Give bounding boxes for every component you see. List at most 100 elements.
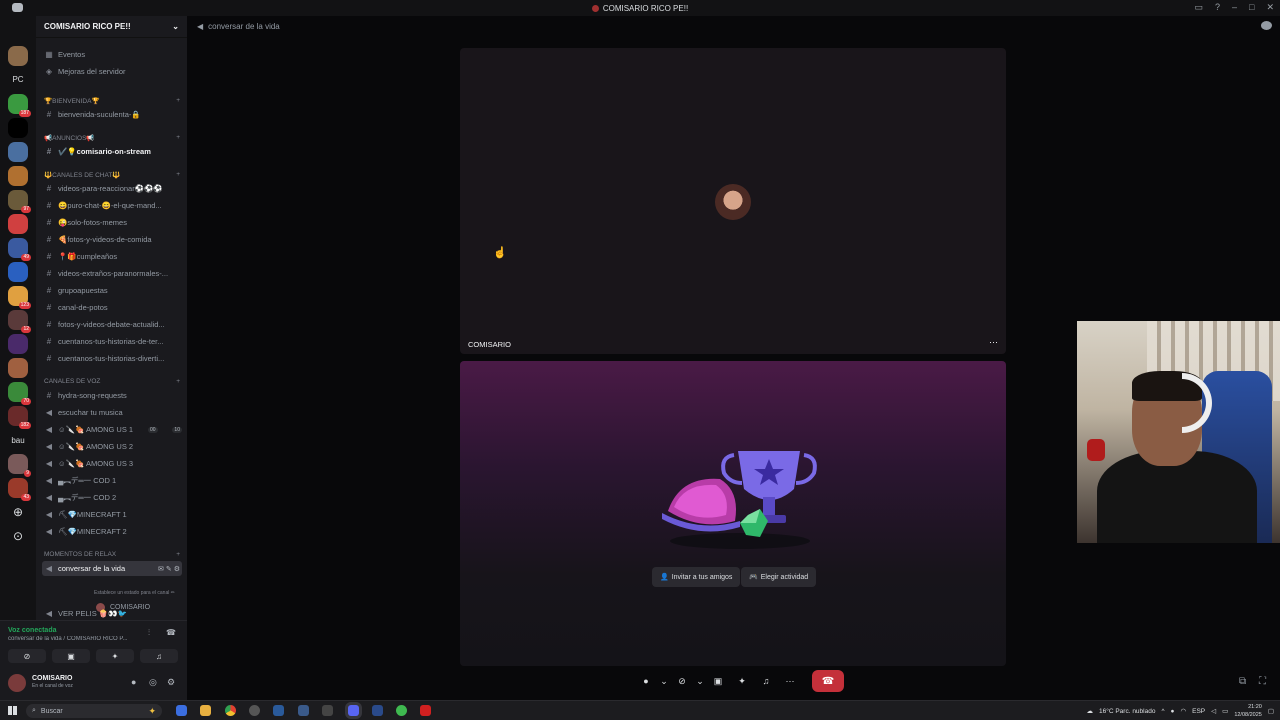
add-server-icon[interactable]: ⊕: [0, 505, 36, 519]
server-icon[interactable]: [8, 262, 28, 282]
app-icon[interactable]: [249, 705, 260, 716]
voice-connected-label[interactable]: Voz conectada: [8, 627, 57, 634]
more-options-button[interactable]: ⋯: [778, 670, 802, 692]
channel-comisario-on-stream[interactable]: # ✔️💡comisario-on-stream: [42, 144, 182, 159]
server-icon[interactable]: [8, 334, 28, 354]
tiktok-server-icon[interactable]: [8, 118, 28, 138]
wifi-icon[interactable]: ◠: [1180, 707, 1186, 715]
taskbar-search[interactable]: ⌕ Buscar ✦: [26, 704, 162, 718]
server-icon[interactable]: 70: [8, 382, 31, 405]
app-icon[interactable]: [420, 705, 431, 716]
voice-location[interactable]: conversar de la vida / COMISARIO RICO P.…: [8, 636, 140, 642]
screen-share-button[interactable]: ▣: [52, 649, 90, 663]
tray-chevron-icon[interactable]: ^: [1161, 708, 1164, 715]
add-channel-icon[interactable]: +: [176, 378, 180, 385]
text-channel[interactable]: # 🍕fotos-y-videos-de-comida: [42, 232, 182, 247]
discover-icon[interactable]: ⊙: [0, 529, 36, 543]
server-icon[interactable]: 187: [8, 94, 31, 117]
signal-icon[interactable]: ⫶: [148, 628, 150, 638]
voice-channel[interactable]: ◀ ☺🔪🍖 AMONG US 2: [42, 439, 182, 454]
weather-text[interactable]: 16°C Parc. nublado: [1099, 708, 1155, 715]
text-channel[interactable]: # 📍🎁cumpleaños: [42, 249, 182, 264]
voice-channel[interactable]: ◀ ⛏💎MINECRAFT 1: [42, 507, 182, 522]
text-channel[interactable]: # canal-de-potos: [42, 300, 182, 315]
microphone-icon[interactable]: ●: [1171, 708, 1175, 715]
text-channel[interactable]: # hydra-song-requests: [42, 388, 182, 403]
microphone-toggle[interactable]: ●: [634, 670, 658, 692]
folder-label-pc[interactable]: PC: [0, 75, 36, 84]
server-header[interactable]: COMISARIO RICO PE!! ⌄: [36, 16, 187, 38]
text-channel[interactable]: # 😄puro-chat-😄-el-que-mand...: [42, 198, 182, 213]
text-channel[interactable]: # cuentanos-tus-historias-diverti...: [42, 351, 182, 366]
server-icon[interactable]: 123: [8, 286, 31, 309]
server-icon[interactable]: 43: [8, 478, 31, 501]
activity-button[interactable]: ✦: [730, 670, 754, 692]
voice-channel[interactable]: ◀ ▄︻デ═一 COD 1: [42, 473, 182, 488]
windows-start-icon[interactable]: [8, 706, 17, 715]
text-channel[interactable]: # videos-para-reaccionar⚽⚽⚽: [42, 181, 182, 196]
app-icon[interactable]: [273, 705, 284, 716]
chrome-icon[interactable]: [225, 705, 236, 716]
server-icon[interactable]: 12: [8, 310, 31, 333]
events-item[interactable]: ▦ Eventos: [42, 47, 182, 62]
voice-channel[interactable]: ◀ ☺🔪🍖 AMONG US 3: [42, 456, 182, 471]
server-icon[interactable]: 182: [8, 406, 31, 429]
chat-icon[interactable]: [1261, 21, 1272, 30]
folder-label-bau[interactable]: bau: [0, 436, 36, 445]
battery-icon[interactable]: ▭: [1222, 707, 1228, 715]
inbox-icon[interactable]: ▭: [1194, 2, 1203, 13]
server-icon[interactable]: [8, 166, 28, 186]
mic-options-chevron-icon[interactable]: ⌄: [658, 670, 670, 692]
minimize-button[interactable]: –: [1232, 2, 1237, 13]
close-button[interactable]: ✕: [1266, 2, 1274, 13]
server-icon[interactable]: 9: [8, 454, 31, 477]
text-channel[interactable]: # fotos-y-videos-debate-actualid...: [42, 317, 182, 332]
voice-channel[interactable]: ◀ escuchar tu musica: [42, 405, 182, 420]
soundboard-button[interactable]: ♫: [754, 670, 778, 692]
category-chat[interactable]: 🔱CANALES DE CHAT🔱 +: [44, 171, 180, 179]
channel-bienvenida[interactable]: # bienvenida-suculenta-🔒: [42, 107, 182, 122]
server-icon[interactable]: [8, 214, 28, 234]
notifications-icon[interactable]: ▢: [1268, 707, 1274, 715]
text-channel[interactable]: # 😜solo-fotos-memes: [42, 215, 182, 230]
channel-actions[interactable]: ✉✎⚙: [158, 565, 182, 573]
microphone-icon[interactable]: ●: [131, 677, 136, 687]
invite-friends-button[interactable]: 👤 Invitar a tus amigos: [652, 567, 741, 587]
text-channel[interactable]: # grupoapuestas: [42, 283, 182, 298]
avatar[interactable]: [8, 674, 26, 692]
soundboard-button[interactable]: ♫: [140, 649, 178, 663]
camera-button[interactable]: ⊘: [8, 649, 46, 663]
voice-channel[interactable]: ◀ ⛏💎MINECRAFT 2: [42, 524, 182, 539]
server-icon[interactable]: [8, 358, 28, 378]
add-channel-icon[interactable]: +: [176, 134, 180, 142]
server-boost-item[interactable]: ◈ Mejoras del servidor: [42, 64, 182, 79]
steam-icon[interactable]: [298, 705, 309, 716]
camera-toggle[interactable]: ⊘: [670, 670, 694, 692]
app-icon[interactable]: [372, 705, 383, 716]
discord-taskbar-icon[interactable]: [348, 705, 359, 716]
more-options-icon[interactable]: ⋯: [989, 337, 998, 348]
category-bienvenida[interactable]: 🏆BIENVENIDA🏆 +: [44, 97, 180, 105]
file-explorer-icon[interactable]: [200, 705, 211, 716]
voice-channel[interactable]: ◀ ☺🔪🍖 AMONG US 1 00 10: [42, 422, 182, 437]
fullscreen-icon[interactable]: ⛶: [1259, 676, 1266, 687]
server-icon[interactable]: 49: [8, 238, 31, 261]
choose-activity-button[interactable]: 🎮 Elegir actividad: [741, 567, 817, 587]
clock[interactable]: 21:20 12/08/2025: [1234, 703, 1262, 719]
volume-icon[interactable]: ◁: [1211, 707, 1216, 715]
disconnect-icon[interactable]: ☎: [166, 628, 176, 637]
category-voz[interactable]: CANALES DE VOZ +: [44, 378, 180, 385]
screen-share-button[interactable]: ▣: [706, 670, 730, 692]
app-icon[interactable]: [322, 705, 333, 716]
server-icon[interactable]: [8, 142, 28, 162]
voice-channel[interactable]: ◀ ▄︻デ═一 COD 2: [42, 490, 182, 505]
activity-button[interactable]: ✦: [96, 649, 134, 663]
participant-tile[interactable]: COMISARIO ⋯: [460, 48, 1006, 354]
channel-status-hint[interactable]: Establece un estado para el canal ✏: [94, 590, 175, 596]
spotify-icon[interactable]: [396, 705, 407, 716]
voice-channel[interactable]: ◀ VER PELIS 🍿👀🐦: [42, 606, 182, 620]
pop-out-icon[interactable]: ⧉: [1239, 676, 1246, 687]
voice-channel-active[interactable]: ◀ conversar de la vida ✉✎⚙: [42, 561, 182, 576]
avatar[interactable]: [715, 184, 751, 220]
disconnect-call-button[interactable]: ☎: [812, 670, 844, 692]
